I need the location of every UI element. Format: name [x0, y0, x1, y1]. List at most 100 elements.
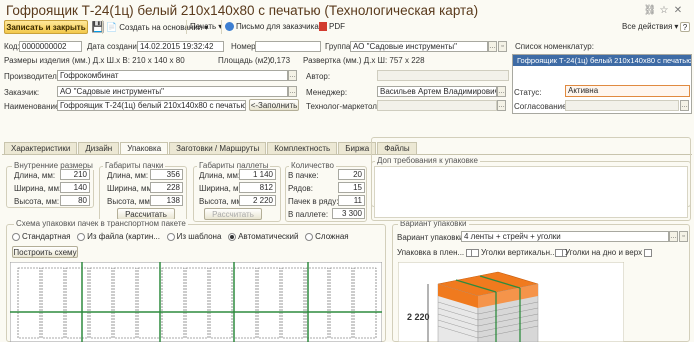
- group-open-button[interactable]: ▫: [498, 41, 507, 52]
- all-actions-label: Все действия: [622, 22, 673, 31]
- tab-design[interactable]: Дизайн: [78, 142, 120, 154]
- customer-select-button[interactable]: …: [288, 86, 297, 97]
- pack-width-field[interactable]: 228: [150, 182, 183, 193]
- tab-bar: Характеристики Дизайн Упаковка Заготовки…: [4, 142, 418, 155]
- code-field[interactable]: 0000000002: [19, 41, 82, 52]
- qty-pack-label: В пачке:: [288, 171, 319, 180]
- letter-button[interactable]: Письмо для заказчика: [225, 22, 319, 31]
- area-value: 0,173: [270, 56, 291, 65]
- sizes-text: Размеры изделия (мм.) Д.х Ш.х В: 210 x 1…: [4, 56, 185, 65]
- author-label: Автор:: [306, 72, 331, 81]
- author-field[interactable]: [377, 70, 509, 81]
- tab-completeness[interactable]: Комплектность: [267, 142, 338, 154]
- manager-select-button[interactable]: …: [497, 86, 506, 97]
- build-scheme-button[interactable]: Построить схему: [12, 246, 78, 258]
- variant-open-button[interactable]: ▫: [679, 231, 688, 242]
- pack-height-field[interactable]: 138: [150, 195, 183, 206]
- pallet-length-field[interactable]: 1 140: [239, 169, 276, 180]
- quantity-title: Количество: [289, 161, 336, 170]
- corners-bottom-check[interactable]: Уголки на дно и верх: [555, 248, 653, 257]
- tech-select-button[interactable]: …: [497, 100, 506, 111]
- pallet-length-label: Длина, мм:: [199, 171, 241, 180]
- nom-list-label: Список номенклатур:: [515, 42, 594, 51]
- tab-blanks-routes[interactable]: Заготовки / Маршруты: [169, 142, 267, 154]
- save-close-button[interactable]: Записать и закрыть: [4, 20, 88, 34]
- pallet-height-label-3d: 2 220: [407, 312, 430, 322]
- group-field[interactable]: АО "Садовые инструменты": [350, 41, 488, 52]
- pallet-calc-button[interactable]: Рассчитать: [204, 208, 262, 220]
- letter-label: Письмо для заказчика: [236, 22, 319, 31]
- print-menu[interactable]: Печать▾: [190, 22, 222, 31]
- pack-width-label: Ширина, мм:: [107, 184, 155, 193]
- inner-length-label: Длина, мм:: [14, 171, 56, 180]
- qty-pallet-label: В паллете:: [288, 210, 329, 219]
- pallet-height-field[interactable]: 2 220: [239, 195, 276, 206]
- pdf-button[interactable]: PDF: [319, 22, 345, 31]
- window-title: Гофроящик Т-24(1ц) белый 210х140х80 с пе…: [6, 3, 479, 18]
- scheme-options: Стандартная Из файла (картин... Из шабло…: [12, 232, 349, 241]
- variant-label: Вариант упаковки:: [397, 233, 466, 242]
- created-label: Дата создания:: [87, 42, 144, 51]
- radio-standard[interactable]: Стандартная: [12, 232, 70, 241]
- scheme-drawing: [10, 262, 382, 342]
- tab-characteristics[interactable]: Характеристики: [4, 142, 78, 154]
- fill-button[interactable]: <-Заполнить: [249, 99, 299, 111]
- area-label: Площадь (м2):: [218, 56, 273, 65]
- inner-length-field[interactable]: 210: [60, 169, 90, 180]
- inner-width-field[interactable]: 140: [60, 182, 90, 193]
- pack-height-label: Высота, мм:: [107, 197, 153, 206]
- radio-from-template[interactable]: Из шаблона: [166, 232, 221, 241]
- scan-text: Развертка (мм.) Д.х Ш: 757 x 228: [303, 56, 425, 65]
- pack-length-field[interactable]: 356: [150, 169, 183, 180]
- producer-field[interactable]: Гофрокомбинат: [57, 70, 288, 81]
- qty-pack-field[interactable]: 20: [338, 169, 365, 180]
- qty-rows-field[interactable]: 15: [338, 182, 365, 193]
- help-button[interactable]: ?: [680, 22, 690, 32]
- qty-pallet-field[interactable]: 3 300: [332, 208, 365, 219]
- variant-field[interactable]: 4 ленты + стрейч + уголки: [461, 231, 669, 242]
- customer-field[interactable]: АО "Садовые инструменты": [57, 86, 288, 97]
- number-field[interactable]: [255, 41, 321, 52]
- producer-select-button[interactable]: …: [288, 70, 297, 81]
- requirements-textarea[interactable]: [374, 166, 688, 218]
- corners-vertical-check[interactable]: Уголки вертикальн...: [471, 248, 567, 257]
- tech-field[interactable]: [377, 100, 497, 111]
- pallet-width-field[interactable]: 812: [239, 182, 276, 193]
- approval-select-button[interactable]: …: [680, 100, 689, 111]
- name-field[interactable]: Гофроящик Т-24(1ц) белый 210х140х80 с пе…: [57, 100, 246, 111]
- inner-height-label: Высота, мм:: [14, 197, 60, 206]
- film-check[interactable]: Упаковка в плен...: [397, 248, 475, 257]
- pallet-3d-drawing: [398, 262, 624, 342]
- variant-select-button[interactable]: …: [669, 231, 678, 242]
- manager-field[interactable]: Васильев Артем Владимирович: [377, 86, 497, 97]
- manager-label: Менеджер:: [306, 88, 348, 97]
- customer-label: Заказчик:: [4, 88, 40, 97]
- inner-height-field[interactable]: 80: [60, 195, 90, 206]
- group-select-button[interactable]: …: [488, 41, 497, 52]
- qty-rows-label: Рядов:: [288, 184, 313, 193]
- group-label: Группа:: [325, 42, 353, 51]
- created-field[interactable]: 14.02.2015 19:32:42: [137, 41, 224, 52]
- name-label: Наименование:: [4, 102, 62, 111]
- radio-complex[interactable]: Сложная: [305, 232, 349, 241]
- link-icon[interactable]: ⛓: [644, 4, 657, 16]
- status-field[interactable]: Активна: [565, 85, 690, 97]
- create-based-icon: 📄: [106, 22, 118, 32]
- radio-from-file[interactable]: Из файла (картин...: [77, 232, 160, 241]
- requirements-title: Доп требования к упаковке: [375, 156, 480, 165]
- inner-width-label: Ширина, мм:: [14, 184, 62, 193]
- close-icon[interactable]: ✕: [672, 4, 684, 16]
- approval-label: Согласование:: [514, 102, 569, 111]
- tech-label: Технолог-маркетолог:: [306, 102, 387, 111]
- approval-field[interactable]: [565, 100, 679, 111]
- pdf-icon: [319, 22, 327, 31]
- pallet-height-label: Высота, мм:: [199, 197, 245, 206]
- scheme-title: Схема упаковки пачек в транспортном паке…: [14, 219, 188, 228]
- radio-automatic[interactable]: Автоматический: [228, 232, 298, 241]
- star-icon[interactable]: ☆: [658, 4, 670, 16]
- qty-row-field[interactable]: 11: [338, 195, 365, 206]
- qty-row-label: Пачек в ряду:: [288, 197, 339, 206]
- chevron-down-icon: ▾: [674, 22, 679, 31]
- all-actions-menu[interactable]: Все действия ▾: [622, 22, 678, 31]
- nom-list-item[interactable]: Гофроящик Т-24(1ц) белый 210х140х80 с пе…: [513, 55, 691, 66]
